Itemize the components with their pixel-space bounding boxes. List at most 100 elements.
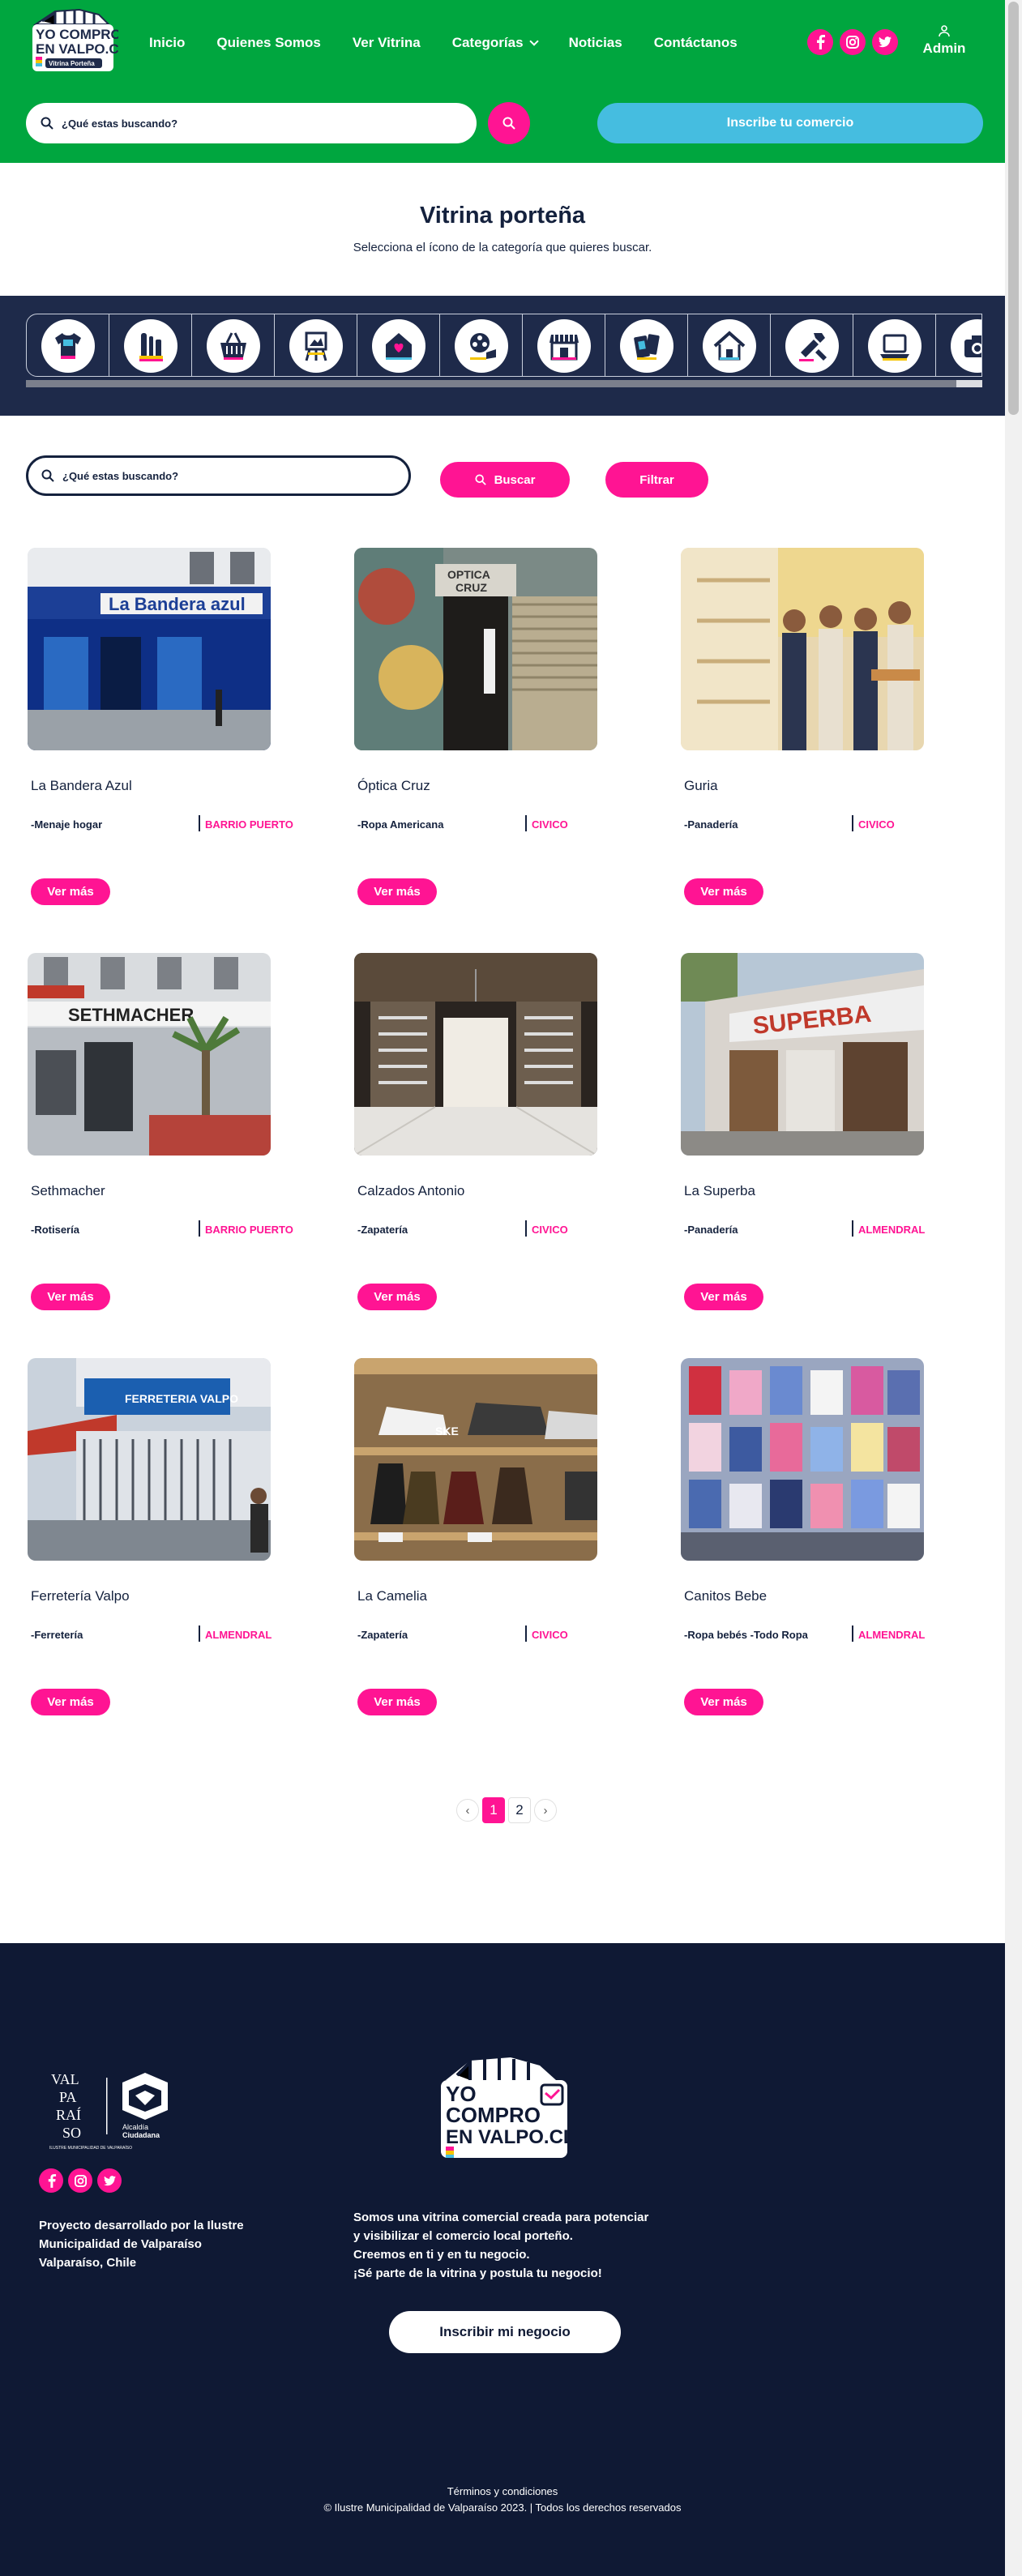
- category-hardware[interactable]: [771, 314, 853, 376]
- store-neighborhood: BARRIO PUERTO: [205, 818, 293, 831]
- desc-line: ¡Sé parte de la vitrina y postula tu neg…: [353, 2266, 602, 2280]
- category-photography[interactable]: [936, 314, 981, 376]
- category-technology[interactable]: [605, 314, 688, 376]
- store-name: Ferretería Valpo: [31, 1588, 130, 1604]
- search-icon: [475, 474, 486, 485]
- store-name: Óptica Cruz: [357, 778, 430, 793]
- desc-line: y visibilizar el comercio local porteño.: [353, 2229, 573, 2243]
- twitter-icon[interactable]: [97, 2168, 122, 2193]
- store-image[interactable]: La Bandera azul: [28, 548, 271, 750]
- filter-button[interactable]: Filtrar: [605, 462, 708, 498]
- nav-categorias[interactable]: Categorías: [451, 35, 539, 51]
- admin-link[interactable]: Admin: [920, 24, 969, 57]
- search-icon: [41, 117, 53, 130]
- divider: [199, 1220, 200, 1237]
- store-search-input[interactable]: [62, 469, 387, 482]
- svg-text:FERRETERIA VALPO: FERRETERIA VALPO: [125, 1392, 238, 1405]
- store-image[interactable]: SUPERBA: [681, 953, 924, 1156]
- store-name: La Superba: [684, 1183, 755, 1198]
- divider: [525, 815, 527, 831]
- category-computers[interactable]: [853, 314, 936, 376]
- prev-page-button[interactable]: ‹: [456, 1799, 479, 1822]
- category-stores[interactable]: [523, 314, 605, 376]
- register-business-cta[interactable]: Inscribir mi negocio: [389, 2311, 621, 2353]
- terms-link[interactable]: Términos y condiciones: [0, 2485, 1005, 2497]
- store-image[interactable]: SETHMACHER: [28, 953, 271, 1156]
- copyright: © Ilustre Municipalidad de Valparaíso 20…: [323, 2501, 682, 2514]
- page-2-button[interactable]: 2: [508, 1797, 531, 1823]
- store-category: -Menaje hogar: [31, 818, 103, 831]
- category-groceries[interactable]: [192, 314, 275, 376]
- header-search-input[interactable]: [62, 117, 443, 130]
- view-more-button[interactable]: Ver más: [684, 1284, 763, 1310]
- main-nav: Inicio Quienes Somos Ver Vitrina Categor…: [149, 31, 769, 55]
- page: YO COMPRO EN VALPO.CL Vitrina Porteña In…: [0, 0, 1022, 2576]
- category-band: [0, 296, 1005, 416]
- scrollbar-thumb[interactable]: [1008, 2, 1019, 415]
- search-icon: [41, 469, 54, 482]
- store-card: Guria -Panadería CIVICO Ver más: [681, 548, 989, 921]
- store-image[interactable]: SKE: [354, 1358, 597, 1561]
- view-more-button[interactable]: Ver más: [357, 1689, 437, 1715]
- store-image[interactable]: FERRETERIA VALPO: [28, 1358, 271, 1561]
- view-more-button[interactable]: Ver más: [31, 878, 110, 905]
- nav-contactanos[interactable]: Contáctanos: [654, 35, 738, 51]
- svg-text:ILUSTRE MUNICIPALIDAD DE VALPA: ILUSTRE MUNICIPALIDAD DE VALPARAÍSO: [49, 2145, 132, 2151]
- page-scrollbar[interactable]: [1005, 0, 1022, 2576]
- svg-text:Ciudadana: Ciudadana: [122, 2131, 160, 2139]
- site-logo[interactable]: YO COMPRO EN VALPO.CL Vitrina Porteña: [31, 6, 127, 79]
- header-social: [807, 29, 898, 55]
- twitter-icon[interactable]: [872, 29, 898, 55]
- register-business-button[interactable]: Inscribe tu comercio: [597, 103, 983, 143]
- hardware-tools-icon: [798, 333, 827, 361]
- desc-line: Creemos en ti y en tu negocio.: [353, 2248, 530, 2262]
- store-image[interactable]: [681, 1358, 924, 1561]
- svg-text:SO: SO: [62, 2125, 81, 2141]
- category-scrollbar[interactable]: [26, 380, 982, 387]
- divider: [525, 1625, 527, 1642]
- category-art[interactable]: [275, 314, 357, 376]
- header-search-button[interactable]: [488, 102, 530, 144]
- store-category: -Panadería: [684, 818, 738, 831]
- view-more-button[interactable]: Ver más: [684, 1689, 763, 1715]
- film-reel-icon: [469, 333, 496, 360]
- store-card: Canitos Bebe -Ropa bebés -Todo Ropa ALME…: [681, 1358, 989, 1731]
- scrollbar-thumb[interactable]: [26, 380, 956, 387]
- svg-text:SKE: SKE: [435, 1425, 459, 1438]
- category-real-estate[interactable]: [688, 314, 771, 376]
- category-strip: [26, 314, 982, 377]
- view-more-button[interactable]: Ver más: [684, 878, 763, 905]
- instagram-icon[interactable]: [68, 2168, 92, 2193]
- next-page-button[interactable]: ›: [534, 1799, 557, 1822]
- store-name: La Bandera Azul: [31, 778, 132, 793]
- nav-noticias[interactable]: Noticias: [569, 35, 622, 51]
- header-search: [26, 103, 477, 143]
- category-entertainment[interactable]: [440, 314, 523, 376]
- facebook-icon[interactable]: [807, 29, 833, 55]
- view-more-button[interactable]: Ver más: [357, 1284, 437, 1310]
- facebook-icon[interactable]: [39, 2168, 63, 2193]
- store-image[interactable]: [354, 953, 597, 1156]
- instagram-icon[interactable]: [840, 29, 866, 55]
- chevron-down-icon: [528, 36, 539, 46]
- search-button[interactable]: Buscar: [440, 462, 570, 498]
- view-more-button[interactable]: Ver más: [31, 1689, 110, 1715]
- category-home-care[interactable]: [357, 314, 440, 376]
- nav-label: Categorías: [451, 35, 524, 50]
- view-more-button[interactable]: Ver más: [357, 878, 437, 905]
- nav-inicio[interactable]: Inicio: [149, 35, 185, 51]
- view-more-button[interactable]: Ver más: [31, 1284, 110, 1310]
- category-beauty[interactable]: [109, 314, 192, 376]
- svg-text:Alcaldía: Alcaldía: [122, 2123, 148, 2131]
- page-1-button[interactable]: 1: [482, 1797, 505, 1823]
- store-image[interactable]: OPTICA CRUZ: [354, 548, 597, 750]
- store-image[interactable]: [681, 548, 924, 750]
- store-card: SETHMACHER Sethmacher -Rotisería BARRIO …: [28, 953, 336, 1326]
- store-neighborhood: CIVICO: [532, 1629, 568, 1641]
- nav-quienes-somos[interactable]: Quienes Somos: [216, 35, 320, 51]
- nav-ver-vitrina[interactable]: Ver Vitrina: [353, 35, 421, 51]
- credit-line: Proyecto desarrollado por la Ilustre: [39, 2219, 244, 2232]
- category-clothing[interactable]: [27, 314, 109, 376]
- svg-text:PA: PA: [59, 2089, 76, 2105]
- store-card: SKE La Camelia -Zapatería CIVICO Ver más: [354, 1358, 662, 1731]
